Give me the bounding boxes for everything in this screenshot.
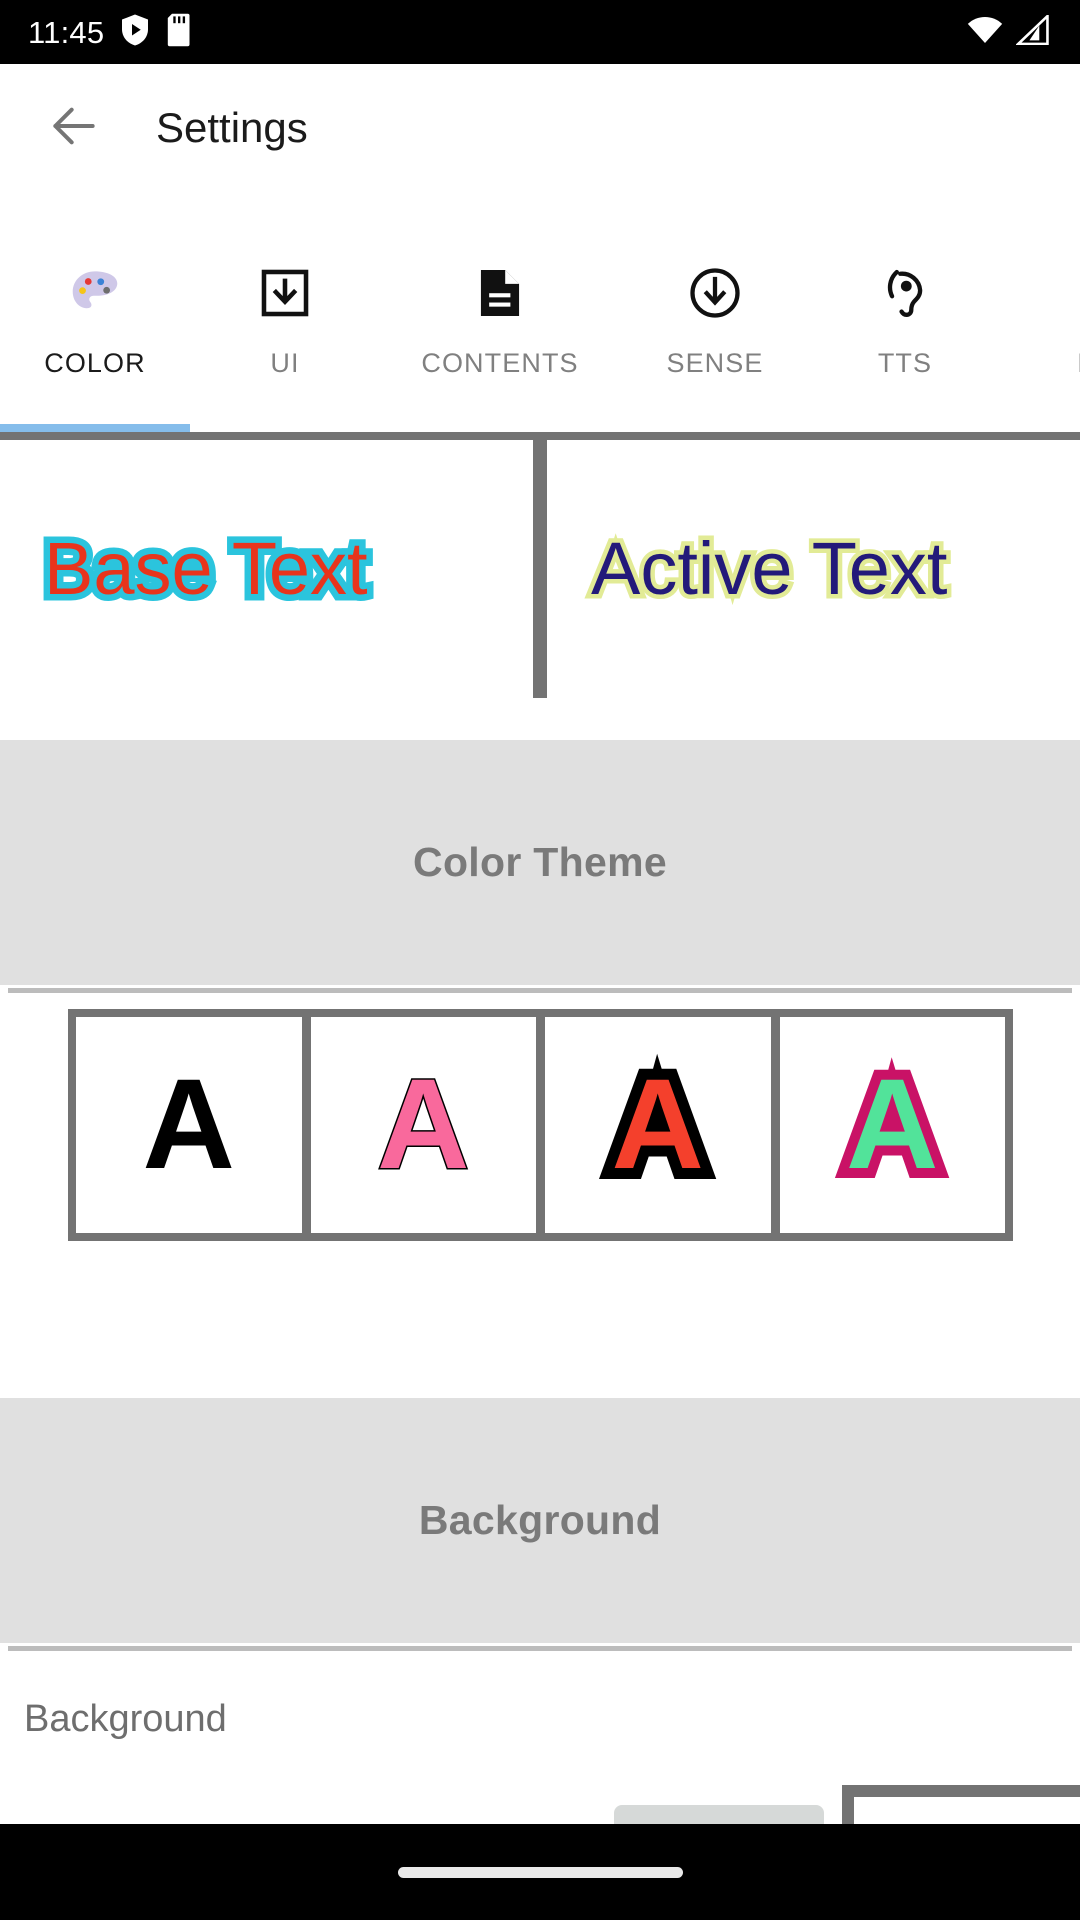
status-bar-right: [967, 12, 1050, 50]
base-text-preview[interactable]: Base Text: [0, 440, 533, 698]
tab-language[interactable]: LA: [1000, 236, 1080, 432]
swatch-letter: A: [142, 1053, 235, 1196]
active-text-preview[interactable]: Active Text: [547, 440, 1080, 698]
settings-tab-bar[interactable]: COLOR UI CONTENTS SENSE TTS: [0, 236, 1080, 432]
ear-hearing-icon: [879, 264, 931, 322]
status-bar-clock: 11:45: [28, 14, 105, 50]
base-text-sample: Base Text: [38, 525, 375, 612]
color-theme-swatch-red-on-black[interactable]: A: [545, 1017, 771, 1233]
cellular-signal-icon: [1015, 12, 1050, 50]
active-text-sample: Active Text: [586, 527, 951, 610]
system-navigation-bar: [0, 1824, 1080, 1920]
text-preview-row: Base Text Active Text: [0, 440, 1080, 698]
color-theme-swatch-green-magenta[interactable]: A: [779, 1017, 1005, 1233]
section-title-color-theme: Color Theme: [413, 839, 667, 885]
app-bar: Settings: [0, 64, 1080, 192]
tab-sense[interactable]: SENSE: [620, 236, 810, 432]
tab-label-tts: TTS: [877, 348, 933, 378]
swatch-letter: A: [376, 1053, 471, 1196]
tab-contents[interactable]: CONTENTS: [380, 236, 620, 432]
tab-active-indicator: [0, 424, 190, 432]
tab-label-ui: UI: [270, 348, 300, 378]
tab-ui[interactable]: UI: [190, 236, 380, 432]
palette-icon: [68, 264, 122, 322]
section-header-color-theme: Color Theme: [0, 740, 1080, 985]
tab-bar-divider: [0, 432, 1080, 440]
wifi-icon: [967, 16, 1003, 49]
tab-color[interactable]: COLOR: [0, 236, 190, 432]
section-divider-color-theme: [8, 988, 1072, 993]
tab-label-sense: SENSE: [666, 348, 764, 378]
download-box-icon: [259, 264, 311, 322]
background-preference-label: Background: [24, 1698, 227, 1740]
back-button[interactable]: [42, 96, 106, 160]
status-bar: 11:45: [0, 0, 1080, 64]
page-title: Settings: [156, 104, 308, 151]
color-theme-swatch-row[interactable]: A A A A: [68, 1009, 1013, 1241]
tab-label-contents: CONTENTS: [421, 348, 579, 378]
tab-label-color: COLOR: [44, 348, 146, 378]
section-divider-background: [8, 1646, 1072, 1651]
section-header-background: Background: [0, 1398, 1080, 1643]
swatch-letter: A: [836, 1051, 949, 1199]
shield-play-icon: [120, 13, 150, 52]
color-theme-swatch-black-on-white[interactable]: A: [76, 1017, 302, 1233]
section-title-background: Background: [418, 1497, 662, 1543]
home-gesture-pill[interactable]: [397, 1866, 683, 1878]
arrow-left-icon: [46, 98, 102, 159]
document-icon: [475, 264, 525, 322]
status-bar-left: 11:45: [28, 13, 190, 52]
swatch-letter: A: [600, 1050, 715, 1200]
tab-tts[interactable]: TTS: [810, 236, 1000, 432]
phone-screen: 11:45 Settings COLOR UI CONTENTS SENSE T…: [0, 0, 1080, 1920]
color-theme-swatch-pink[interactable]: A: [310, 1017, 536, 1233]
circle-arrow-down-icon: [688, 264, 742, 322]
sd-card-icon: [166, 13, 190, 52]
